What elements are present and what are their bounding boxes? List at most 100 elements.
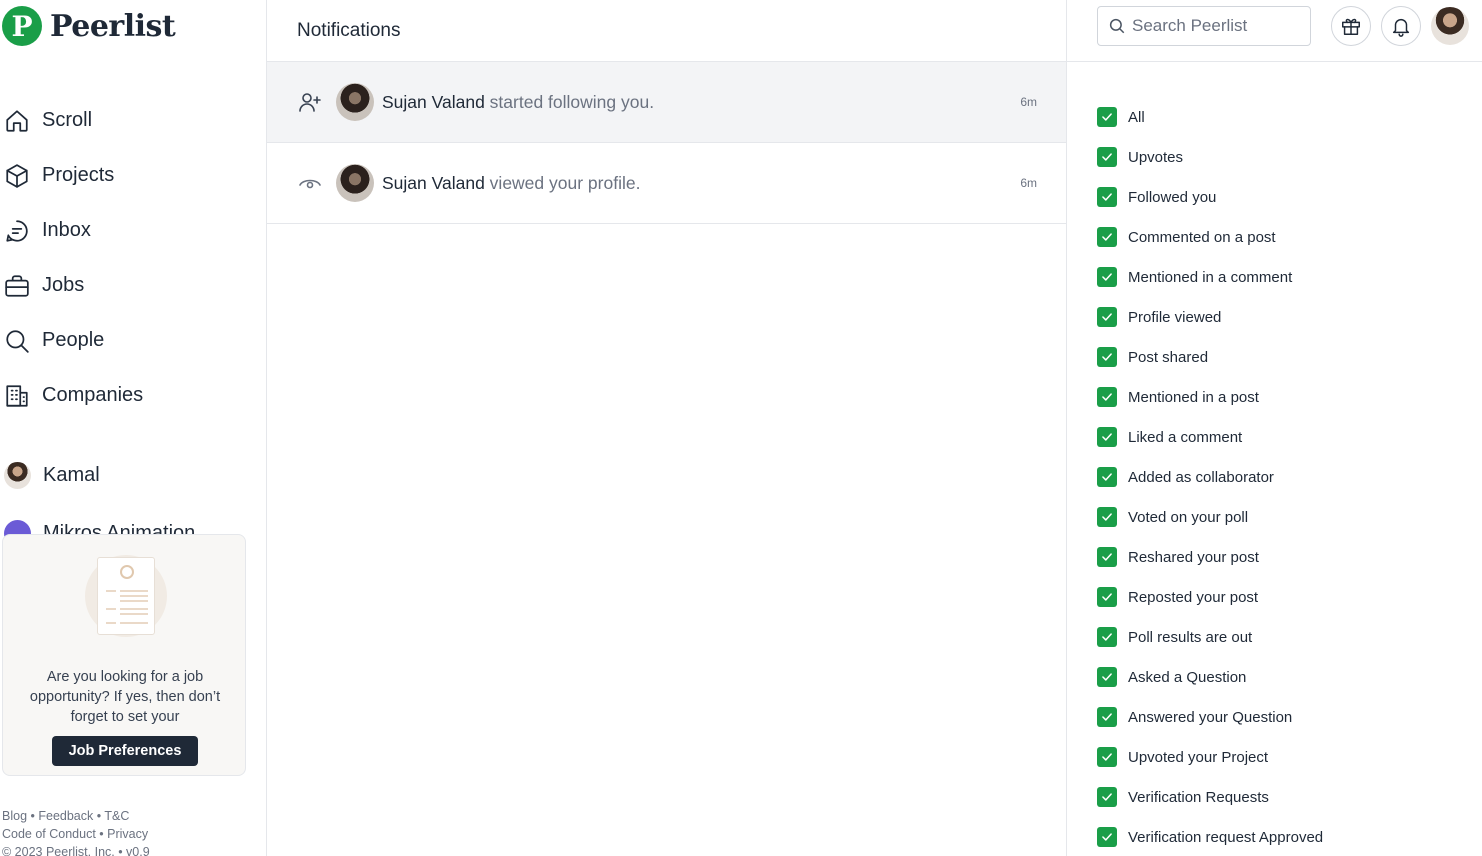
filter-option[interactable]: Upvotes bbox=[1097, 137, 1323, 177]
filter-label: Profile viewed bbox=[1128, 308, 1222, 326]
notifications-panel: Notifications Sujan Valand started follo… bbox=[267, 0, 1067, 856]
notification-item[interactable]: Sujan Valand started following you. 6m bbox=[267, 62, 1066, 143]
search-input[interactable] bbox=[1132, 16, 1302, 36]
checkbox-checked-icon[interactable] bbox=[1097, 307, 1117, 327]
filter-option[interactable]: Added as collaborator bbox=[1097, 457, 1323, 497]
filter-option[interactable]: Reshared your post bbox=[1097, 537, 1323, 577]
filter-option[interactable]: Poll results are out bbox=[1097, 617, 1323, 657]
notification-item[interactable]: Sujan Valand viewed your profile. 6m bbox=[267, 143, 1066, 224]
checkbox-checked-icon[interactable] bbox=[1097, 427, 1117, 447]
checkbox-checked-icon[interactable] bbox=[1097, 587, 1117, 607]
filter-label: Upvoted your Project bbox=[1128, 748, 1269, 766]
filter-option[interactable]: Reposted your post bbox=[1097, 577, 1323, 617]
notification-time: 6m bbox=[1020, 95, 1037, 109]
filter-option[interactable]: Commented on a post bbox=[1097, 217, 1323, 257]
notifications-button[interactable] bbox=[1381, 6, 1421, 46]
filter-label: Post shared bbox=[1128, 348, 1209, 366]
nav-item-companies[interactable]: Companies bbox=[0, 368, 266, 423]
user-avatar-button[interactable] bbox=[1431, 7, 1469, 45]
filter-label: Commented on a post bbox=[1128, 228, 1276, 246]
checkbox-checked-icon[interactable] bbox=[1097, 507, 1117, 527]
checkbox-checked-icon[interactable] bbox=[1097, 827, 1117, 847]
nav-label: Inbox bbox=[42, 219, 91, 241]
nav-item-jobs[interactable]: Jobs bbox=[0, 258, 266, 313]
checkbox-checked-icon[interactable] bbox=[1097, 467, 1117, 487]
filter-label: All bbox=[1128, 108, 1145, 126]
home-icon bbox=[4, 108, 30, 134]
checkbox-checked-icon[interactable] bbox=[1097, 707, 1117, 727]
checkbox-checked-icon[interactable] bbox=[1097, 627, 1117, 647]
filter-label: Reshared your post bbox=[1128, 548, 1259, 566]
checkbox-checked-icon[interactable] bbox=[1097, 387, 1117, 407]
sidebar-profile-kamal[interactable]: Kamal bbox=[4, 462, 100, 489]
filter-label: Mentioned in a post bbox=[1128, 388, 1259, 406]
filter-label: Poll results are out bbox=[1128, 628, 1253, 646]
checkbox-checked-icon[interactable] bbox=[1097, 747, 1117, 767]
filter-label: Answered your Question bbox=[1128, 708, 1293, 726]
filter-option[interactable]: Upvoted your Project bbox=[1097, 737, 1323, 777]
filter-option[interactable]: Voted on your poll bbox=[1097, 497, 1323, 537]
left-sidebar: P Peerlist Scroll Projects Inbox Jobs Pe… bbox=[0, 0, 267, 856]
checkbox-checked-icon[interactable] bbox=[1097, 227, 1117, 247]
nav-item-projects[interactable]: Projects bbox=[0, 148, 266, 203]
right-panel: All Upvotes Followed you Commented on a pos… bbox=[1067, 0, 1482, 856]
filter-label: Added as collaborator bbox=[1128, 468, 1274, 486]
filter-option[interactable]: Mentioned in a post bbox=[1097, 377, 1323, 417]
filter-option[interactable]: Asked a Question bbox=[1097, 657, 1323, 697]
nav-label: Scroll bbox=[42, 109, 93, 131]
notification-user[interactable]: Sujan Valand bbox=[382, 92, 485, 112]
job-preferences-card: Are you looking for a job opportunity? I… bbox=[2, 534, 246, 776]
filter-option[interactable]: All bbox=[1097, 97, 1323, 137]
filter-option[interactable]: Followed you bbox=[1097, 177, 1323, 217]
checkbox-checked-icon[interactable] bbox=[1097, 787, 1117, 807]
building-icon bbox=[4, 383, 30, 409]
nav-item-inbox[interactable]: Inbox bbox=[0, 203, 266, 258]
filter-option[interactable]: Mentioned in a comment bbox=[1097, 257, 1323, 297]
footer-link-feedback[interactable]: Feedback bbox=[38, 809, 93, 823]
notification-text: Sujan Valand viewed your profile. bbox=[382, 173, 640, 194]
footer-link-conduct[interactable]: Code of Conduct bbox=[2, 827, 96, 841]
peerlist-logo[interactable]: P Peerlist bbox=[2, 6, 176, 46]
search-icon bbox=[4, 328, 30, 354]
profile-name: Kamal bbox=[43, 464, 100, 486]
avatar[interactable] bbox=[336, 83, 374, 121]
notification-action: viewed your profile. bbox=[484, 172, 641, 193]
filter-label: Verification Requests bbox=[1128, 788, 1269, 806]
notification-user[interactable]: Sujan Valand bbox=[382, 173, 485, 193]
search-box[interactable] bbox=[1097, 6, 1311, 46]
filter-label: Asked a Question bbox=[1128, 668, 1247, 686]
checkbox-checked-icon[interactable] bbox=[1097, 347, 1117, 367]
filter-label: Upvotes bbox=[1128, 148, 1184, 166]
checkbox-checked-icon[interactable] bbox=[1097, 187, 1117, 207]
checkbox-checked-icon[interactable] bbox=[1097, 267, 1117, 287]
filter-option[interactable]: Profile viewed bbox=[1097, 297, 1323, 337]
job-card-text: Are you looking for a job opportunity? I… bbox=[29, 669, 221, 725]
search-icon bbox=[1109, 18, 1125, 34]
filter-label: Liked a comment bbox=[1128, 428, 1243, 446]
job-preferences-button[interactable]: Job Preferences bbox=[52, 736, 198, 766]
filter-option[interactable]: Liked a comment bbox=[1097, 417, 1323, 457]
checkbox-checked-icon[interactable] bbox=[1097, 667, 1117, 687]
filter-option[interactable]: Post shared bbox=[1097, 337, 1323, 377]
filter-option[interactable]: Verification Requests bbox=[1097, 777, 1323, 817]
user-plus-icon bbox=[297, 89, 323, 115]
avatar[interactable] bbox=[336, 164, 374, 202]
gift-icon bbox=[1342, 18, 1360, 35]
gift-button[interactable] bbox=[1331, 6, 1371, 46]
notification-action: started following you. bbox=[484, 91, 655, 112]
footer-link-privacy[interactable]: Privacy bbox=[107, 827, 148, 841]
footer-link-tc[interactable]: T&C bbox=[104, 809, 129, 823]
filter-option[interactable]: Verification request Approved bbox=[1097, 817, 1323, 856]
filter-label: Verification request Approved bbox=[1128, 828, 1324, 846]
checkbox-checked-icon[interactable] bbox=[1097, 147, 1117, 167]
checkbox-checked-icon[interactable] bbox=[1097, 107, 1117, 127]
checkbox-checked-icon[interactable] bbox=[1097, 547, 1117, 567]
eye-icon bbox=[297, 170, 323, 196]
chat-icon bbox=[4, 218, 30, 244]
nav-item-people[interactable]: People bbox=[0, 313, 266, 368]
page-title: Notifications bbox=[267, 0, 1066, 62]
footer-link-blog[interactable]: Blog bbox=[2, 809, 27, 823]
filter-option[interactable]: Answered your Question bbox=[1097, 697, 1323, 737]
nav-item-scroll[interactable]: Scroll bbox=[0, 93, 266, 148]
sidebar-footer: Blog • Feedback • T&C Code of Conduct • … bbox=[2, 807, 150, 856]
